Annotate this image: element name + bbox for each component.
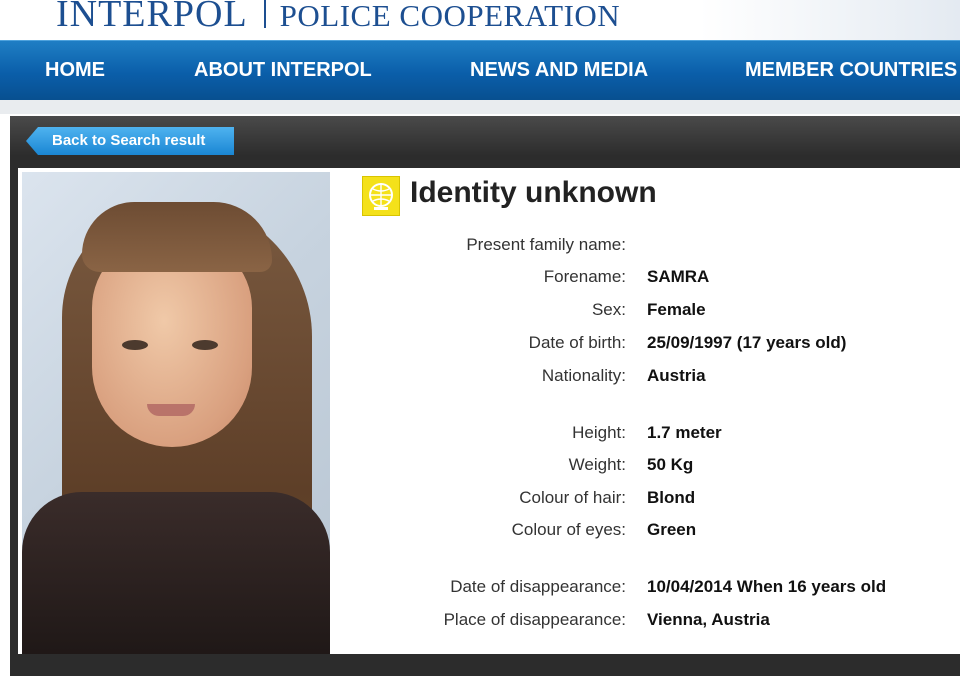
field-row-place-of-disappearance: Place of disappearance: Vienna, Austria xyxy=(330,610,960,634)
field-row-nationality: Nationality: Austria xyxy=(330,366,960,390)
field-row-forename: Forename: SAMRA xyxy=(330,267,960,291)
notice-title: Identity unknown xyxy=(410,176,657,209)
field-row-date-of-disappearance: Date of disappearance: 10/04/2014 When 1… xyxy=(330,577,960,601)
brand-tagline: POLICE COOPERATION xyxy=(279,0,621,33)
field-value: 10/04/2014 When 16 years old xyxy=(647,577,887,596)
field-row-weight: Weight: 50 Kg xyxy=(330,455,960,479)
field-row-eye-colour: Colour of eyes: Green xyxy=(330,520,960,544)
field-label: Place of disappearance: xyxy=(443,610,626,629)
nav-item-about-interpol[interactable]: ABOUT INTERPOL xyxy=(194,59,372,82)
field-label: Sex: xyxy=(591,300,626,319)
photo-shirt xyxy=(22,492,330,654)
photo-hair-top xyxy=(82,202,272,272)
nav-item-news-and-media[interactable]: NEWS AND MEDIA xyxy=(470,59,648,82)
field-value: SAMRA xyxy=(647,267,710,286)
field-row-family-name: Present family name: xyxy=(330,235,960,259)
photo-eye-right xyxy=(192,340,218,350)
field-label: Nationality: xyxy=(541,366,626,385)
subject-photo xyxy=(22,172,330,654)
back-to-search-button[interactable]: Back to Search result xyxy=(26,127,234,155)
field-value: 25/09/1997 (17 years old) xyxy=(647,333,847,352)
field-row-sex: Sex: Female xyxy=(330,300,960,324)
field-row-height: Height: 1.7 meter xyxy=(330,423,960,447)
brand-divider xyxy=(263,0,266,28)
interpol-emblem-icon xyxy=(362,176,400,216)
brand-name: INTERPOL xyxy=(56,0,248,35)
field-value: Austria xyxy=(647,366,706,385)
field-row-hair-colour: Colour of hair: Blond xyxy=(330,488,960,512)
field-value: 50 Kg xyxy=(647,455,694,474)
nav-divider xyxy=(0,100,960,114)
field-label: Date of disappearance: xyxy=(450,577,626,596)
photo-eye-left xyxy=(122,340,148,350)
field-label: Date of birth: xyxy=(528,333,626,352)
site-header: INTERPOL POLICE COOPERATION xyxy=(0,0,960,40)
field-value: Blond xyxy=(647,488,696,507)
field-value: 1.7 meter xyxy=(647,423,722,442)
site-logo[interactable]: INTERPOL POLICE COOPERATION xyxy=(56,0,620,36)
field-label: Colour of eyes: xyxy=(511,520,626,539)
nav-item-member-countries[interactable]: MEMBER COUNTRIES xyxy=(745,59,957,82)
field-value: Green xyxy=(647,520,697,539)
field-label: Colour of hair: xyxy=(519,488,626,507)
field-label: Present family name: xyxy=(466,235,626,254)
field-value: Female xyxy=(647,300,706,319)
photo-mouth xyxy=(147,404,195,416)
header-decoration xyxy=(700,0,960,40)
field-row-date-of-birth: Date of birth: 25/09/1997 (17 years old) xyxy=(330,333,960,357)
field-label: Forename: xyxy=(543,267,626,286)
main-nav: HOME ABOUT INTERPOL NEWS AND MEDIA MEMBE… xyxy=(0,40,960,101)
emblem-graphic xyxy=(369,183,393,210)
nav-item-home[interactable]: HOME xyxy=(45,59,105,82)
field-label: Weight: xyxy=(568,455,626,474)
field-label: Height: xyxy=(572,423,626,442)
field-value: Vienna, Austria xyxy=(647,610,770,629)
